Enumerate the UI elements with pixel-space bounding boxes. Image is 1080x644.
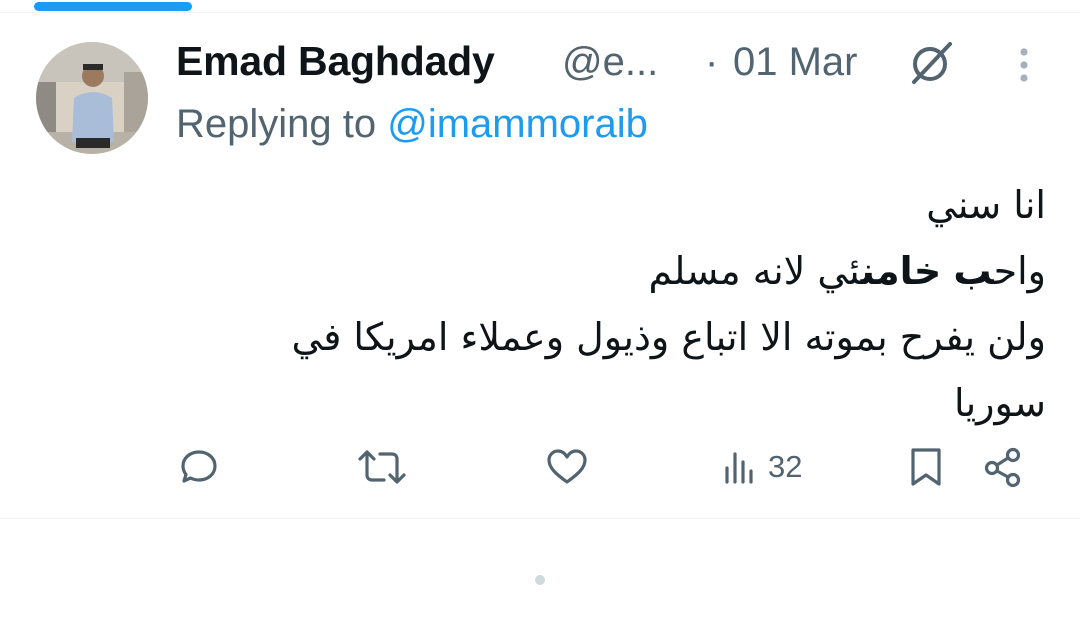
- retweet-icon: [358, 450, 406, 484]
- share-button[interactable]: [980, 436, 1028, 498]
- views-count: 32: [768, 449, 803, 484]
- body-line-2-space: [941, 249, 953, 293]
- body-line-2-post: ئي لانه مسلم: [648, 249, 861, 293]
- share-icon: [984, 447, 1021, 488]
- more-vertical-icon[interactable]: [1010, 44, 1038, 86]
- tab-indicator: [34, 2, 192, 11]
- body-line-1: انا سني: [926, 183, 1046, 227]
- body-line-2-pre: واح: [993, 249, 1046, 293]
- body-line-3: ولن يفرح بموته الا اتباع وذيول وعملاء ام…: [291, 315, 1046, 359]
- retweet-button[interactable]: [356, 436, 408, 498]
- body-line-2: واحب خامنئي لانه مسلم: [180, 238, 1046, 304]
- body-line-2-bold-2: خامن: [860, 249, 942, 293]
- bottom-divider: [0, 518, 1080, 519]
- body-line-4: سوريا: [954, 381, 1046, 425]
- author-name[interactable]: Emad Baghdady: [176, 38, 495, 85]
- author-handle[interactable]: @e...: [562, 40, 658, 85]
- avatar-image: [36, 42, 148, 154]
- reply-icon: [181, 450, 217, 483]
- like-button[interactable]: [544, 436, 590, 498]
- replying-prefix: Replying to: [176, 102, 388, 146]
- tweet-date[interactable]: 01 Mar: [733, 40, 858, 85]
- scroll-indicator-dot: [535, 575, 545, 585]
- tweet-body: انا سني واحب خامنئي لانه مسلم ولن يفرح ب…: [180, 172, 1046, 436]
- like-icon: [547, 449, 587, 484]
- views-button[interactable]: 32: [720, 436, 802, 498]
- views-icon: [725, 452, 753, 484]
- mention-link[interactable]: @imammoraib: [387, 102, 648, 146]
- bookmark-icon: [911, 448, 941, 486]
- reply-button[interactable]: [176, 436, 222, 498]
- avatar[interactable]: [36, 42, 148, 154]
- top-divider: [0, 12, 1080, 13]
- grok-icon[interactable]: [906, 40, 956, 86]
- body-line-2-bold-1: ب: [953, 249, 994, 293]
- separator-dot: ·: [705, 40, 719, 84]
- bookmark-button[interactable]: [904, 436, 948, 498]
- replying-to: Replying to @imammoraib: [176, 102, 648, 147]
- action-bar: 32: [0, 436, 1080, 498]
